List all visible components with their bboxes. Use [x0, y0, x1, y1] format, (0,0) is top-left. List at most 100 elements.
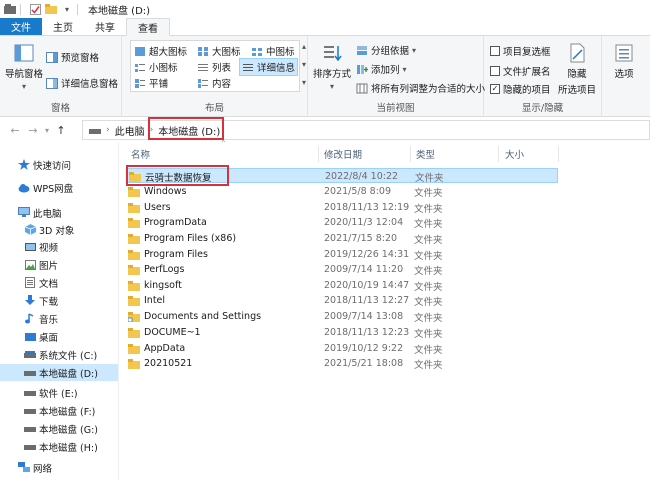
- tab-file[interactable]: 文件: [0, 18, 42, 35]
- nav-item-documents[interactable]: 文档: [0, 274, 118, 291]
- column-header-size[interactable]: 大小: [505, 146, 524, 162]
- highlight-box: [126, 165, 229, 186]
- layout-gallery: 超大图标 大图标 中图标 小图标 列表 详细信息 平铺 内容: [130, 40, 300, 92]
- file-row[interactable]: PerfLogs 2009/7/14 11:20 文件夹: [126, 262, 558, 277]
- nav-item-this-pc[interactable]: 此电脑: [0, 204, 118, 221]
- fit-columns-button[interactable]: 将所有列调整为合适的大小: [356, 81, 485, 95]
- add-columns-button[interactable]: 添加列 ▾: [356, 62, 407, 76]
- file-row[interactable]: kingsoft 2020/10/19 14:47 文件夹: [126, 278, 558, 293]
- file-extensions-toggle[interactable]: 文件扩展名: [490, 64, 551, 78]
- layout-scroll-up[interactable]: ▴: [302, 42, 306, 51]
- forward-button[interactable]: →: [24, 124, 42, 137]
- nav-item-music[interactable]: 音乐: [0, 310, 118, 327]
- folder-icon: [128, 358, 140, 369]
- file-name: Intel: [144, 295, 166, 306]
- file-row[interactable]: ProgramData 2020/11/3 12:04 文件夹: [126, 215, 558, 230]
- preview-pane-button[interactable]: 预览窗格: [46, 50, 99, 64]
- nav-item-drive-h[interactable]: 本地磁盘 (H:): [0, 438, 118, 455]
- file-date: 2021/7/15 8:20: [324, 233, 398, 244]
- layout-details[interactable]: 详细信息: [239, 58, 299, 76]
- navigation-bar: ← → ▾ ↑ › 此电脑 › 本地磁盘 (D:): [0, 117, 650, 143]
- details-pane-button[interactable]: 详细信息窗格: [46, 76, 118, 90]
- tab-share[interactable]: 共享: [84, 18, 126, 35]
- recent-locations-icon[interactable]: ▾: [42, 126, 52, 135]
- nav-item-quick-access[interactable]: 快速访问: [0, 156, 118, 173]
- list-icon: [198, 63, 208, 71]
- nav-item-drive-c[interactable]: 系统文件 (C:): [0, 346, 118, 363]
- computer-icon: [18, 207, 30, 218]
- sort-by-button[interactable]: 排序方式 ▾: [313, 42, 351, 91]
- group-icon: [357, 45, 367, 55]
- layout-list[interactable]: 列表: [197, 60, 231, 74]
- file-date: 2009/7/14 11:20: [324, 264, 404, 275]
- chevron-right-icon[interactable]: ›: [106, 125, 110, 135]
- nav-item-drive-f[interactable]: 本地磁盘 (F:): [0, 402, 118, 419]
- nav-item-desktop[interactable]: 桌面: [0, 328, 118, 345]
- file-name: Users: [144, 202, 171, 213]
- file-row[interactable]: Program Files 2019/12/26 14:31 文件夹: [126, 247, 558, 262]
- options-button[interactable]: 选项: [604, 42, 644, 80]
- options-icon: [615, 44, 633, 62]
- checkbox[interactable]: [490, 46, 500, 56]
- properties-icon[interactable]: [29, 3, 41, 15]
- nav-item-pictures[interactable]: 图片: [0, 256, 118, 273]
- file-date: 2019/12/26 14:31: [324, 249, 410, 260]
- nav-pane-icon: [14, 44, 34, 62]
- column-header-date[interactable]: 修改日期: [324, 146, 362, 162]
- file-type: 文件夹: [414, 296, 443, 308]
- nav-item-drive-e[interactable]: 软件 (E:): [0, 384, 118, 401]
- breadcrumb-this-pc[interactable]: 此电脑: [115, 123, 145, 138]
- nav-item-wps-cloud[interactable]: WPS网盘: [0, 179, 118, 196]
- layout-large-icons[interactable]: 大图标: [197, 44, 241, 58]
- file-row[interactable]: AppData 2019/10/12 9:22 文件夹: [126, 341, 558, 356]
- layout-expand[interactable]: ▾: [302, 78, 306, 87]
- checkbox[interactable]: [490, 66, 500, 76]
- hide-selected-button[interactable]: 隐藏 所选项目: [556, 42, 598, 96]
- up-button[interactable]: ↑: [52, 124, 70, 137]
- layout-medium-icons[interactable]: 中图标: [251, 44, 295, 58]
- file-name: Documents and Settings: [144, 311, 262, 322]
- nav-item-videos[interactable]: 视频: [0, 238, 118, 255]
- file-row[interactable]: Documents and Settings 2009/7/14 13:08 文…: [126, 309, 558, 324]
- new-folder-icon[interactable]: [45, 4, 57, 15]
- file-date: 2018/11/13 12:27: [324, 295, 410, 306]
- file-date: 2009/7/14 13:08: [324, 311, 404, 322]
- file-row[interactable]: Windows 2021/5/8 8:09 文件夹: [126, 184, 558, 199]
- hidden-items-toggle[interactable]: ✓ 隐藏的项目: [490, 82, 551, 96]
- tab-view[interactable]: 查看: [126, 18, 170, 36]
- group-by-button[interactable]: 分组依据 ▾: [356, 43, 416, 57]
- tab-home[interactable]: 主页: [42, 18, 84, 35]
- layout-extra-large-icons[interactable]: 超大图标: [134, 44, 187, 58]
- file-row[interactable]: 20210521 2021/5/21 18:08 文件夹: [126, 356, 558, 371]
- layout-scroll-down[interactable]: ▾: [302, 60, 306, 69]
- file-type: 文件夹: [414, 359, 443, 371]
- checkbox-checked[interactable]: ✓: [490, 84, 500, 94]
- layout-tiles[interactable]: 平铺: [134, 76, 168, 90]
- layout-content[interactable]: 内容: [197, 76, 231, 90]
- column-header-type[interactable]: 类型: [416, 146, 435, 162]
- nav-item-network[interactable]: 网络: [0, 459, 118, 476]
- file-date: 2018/11/13 12:23: [324, 327, 410, 338]
- file-row[interactable]: Intel 2018/11/13 12:27 文件夹: [126, 293, 558, 308]
- file-row[interactable]: Users 2018/11/13 12:19 文件夹: [126, 200, 558, 215]
- nav-item-downloads[interactable]: 下载: [0, 292, 118, 309]
- folder-icon: [128, 233, 140, 244]
- layout-small-icons[interactable]: 小图标: [134, 60, 178, 74]
- back-button[interactable]: ←: [6, 124, 24, 137]
- file-row[interactable]: DOCUME~1 2018/11/13 12:23 文件夹: [126, 325, 558, 340]
- nav-item-drive-d[interactable]: 本地磁盘 (D:): [0, 364, 118, 381]
- file-row[interactable]: Program Files (x86) 2021/7/15 8:20 文件夹: [126, 231, 558, 246]
- nav-pane-button[interactable]: 导航窗格 ▾: [4, 42, 44, 91]
- file-type: 文件夹: [414, 250, 443, 262]
- item-checkboxes-toggle[interactable]: 项目复选框: [490, 44, 551, 58]
- column-header-name[interactable]: 名称: [131, 146, 150, 162]
- file-type: 文件夹: [414, 328, 443, 340]
- cube-icon: [24, 224, 36, 235]
- nav-item-3d-objects[interactable]: 3D 对象: [0, 221, 118, 238]
- ribbon-tabs: 文件 主页 共享 查看: [0, 18, 650, 36]
- chevron-down-icon[interactable]: ▾: [61, 4, 73, 15]
- file-date: 2018/11/13 12:19: [324, 202, 410, 213]
- nav-item-drive-g[interactable]: 本地磁盘 (G:): [0, 420, 118, 437]
- picture-icon: [24, 259, 36, 270]
- drive-icon: [24, 387, 36, 398]
